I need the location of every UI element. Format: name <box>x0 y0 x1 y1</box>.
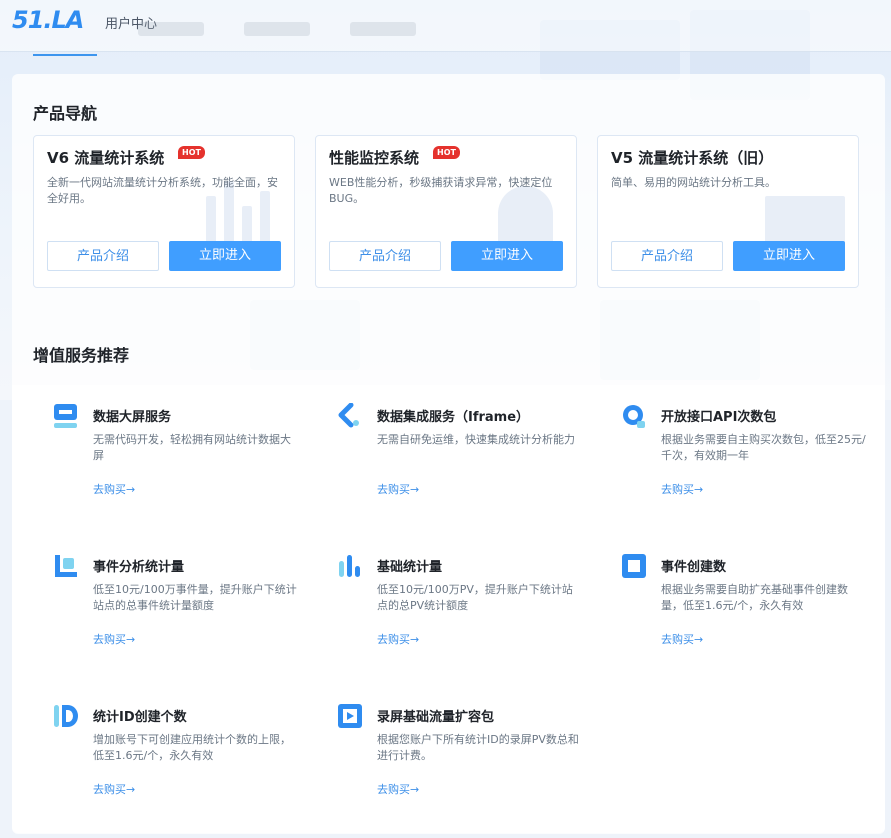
service-title: 基础统计量 <box>377 560 443 575</box>
nav-tab-blurred[interactable] <box>244 22 310 36</box>
buy-link[interactable]: 去购买→ <box>93 781 135 797</box>
product-desc: WEB性能分析，秒级捕获请求异常，快速定位BUG。 <box>329 176 553 205</box>
service-desc: 无需代码开发，轻松拥有网站统计数据大屏 <box>93 433 291 462</box>
buy-link[interactable]: 去购买→ <box>93 481 135 497</box>
products-section-title: 产品导航 <box>33 104 98 123</box>
service-item: 录屏基础流量扩容包 根据您账户下所有统计ID的录屏PV数总和进行计费。 去购买→ <box>337 703 587 803</box>
buy-link[interactable]: 去购买→ <box>661 481 703 497</box>
service-item: 基础统计量 低至10元/100万PV，提升账户下统计站点的总PV统计额度 去购买… <box>337 553 587 653</box>
service-title: 统计ID创建个数 <box>93 710 187 725</box>
product-intro-button[interactable]: 产品介绍 <box>47 241 159 271</box>
logo[interactable]: 51.LA <box>12 6 84 34</box>
service-title: 录屏基础流量扩容包 <box>377 710 495 725</box>
service-desc: 根据业务需要自助扩充基础事件创建数量，低至1.6元/个，永久有效 <box>661 583 848 612</box>
event-create-icon <box>621 553 647 579</box>
enter-now-button[interactable]: 立即进入 <box>451 241 563 271</box>
hot-badge: HOT <box>178 146 205 159</box>
service-title: 事件分析统计量 <box>93 560 185 575</box>
buy-link[interactable]: 去购买→ <box>377 781 419 797</box>
id-icon <box>53 703 79 729</box>
product-intro-button[interactable]: 产品介绍 <box>611 241 723 271</box>
service-item: 事件创建数 根据业务需要自助扩充基础事件创建数量，低至1.6元/个，永久有效 去… <box>621 553 871 653</box>
event-analysis-icon <box>53 553 79 579</box>
buy-link[interactable]: 去购买→ <box>377 631 419 647</box>
top-header: 51.LA 用户中心 <box>0 0 891 52</box>
buy-link[interactable]: 去购买→ <box>661 631 703 647</box>
product-desc: 简单、易用的网站统计分析工具。 <box>611 176 776 189</box>
services-section-title: 增值服务推荐 <box>33 346 130 365</box>
service-item: 开放接口API次数包 根据业务需要自主购买次数包，低至25元/千次，有效期一年 … <box>621 403 871 503</box>
service-desc: 增加账号下可创建应用统计个数的上限，低至1.6元/个，永久有效 <box>93 733 291 762</box>
screen-icon <box>53 403 79 429</box>
nav-tab-blurred[interactable] <box>138 22 204 36</box>
buy-link[interactable]: 去购买→ <box>377 481 419 497</box>
product-card-performance: 性能监控系统 HOT WEB性能分析，秒级捕获请求异常，快速定位BUG。 产品介… <box>315 135 577 288</box>
api-icon <box>621 403 647 429</box>
recording-icon <box>337 703 363 729</box>
service-item: 数据大屏服务 无需代码开发，轻松拥有网站统计数据大屏 去购买→ <box>53 403 303 503</box>
service-title: 数据集成服务（Iframe） <box>377 410 530 425</box>
enter-now-button[interactable]: 立即进入 <box>733 241 845 271</box>
product-title: 性能监控系统 <box>329 149 420 167</box>
buy-link[interactable]: 去购买→ <box>93 631 135 647</box>
product-title: V6 流量统计系统 <box>47 149 165 167</box>
service-desc: 无需自研免运维，快速集成统计分析能力 <box>377 433 575 446</box>
product-title: V5 流量统计系统（旧） <box>611 149 774 167</box>
product-card-v5: V5 流量统计系统（旧） 简单、易用的网站统计分析工具。 产品介绍 立即进入 <box>597 135 859 288</box>
integration-icon <box>337 402 363 429</box>
hot-badge: HOT <box>433 146 460 159</box>
enter-now-button[interactable]: 立即进入 <box>169 241 281 271</box>
product-intro-button[interactable]: 产品介绍 <box>329 241 441 271</box>
service-item: 数据集成服务（Iframe） 无需自研免运维，快速集成统计分析能力 去购买→ <box>337 402 587 503</box>
service-desc: 根据业务需要自主购买次数包，低至25元/千次，有效期一年 <box>661 433 866 462</box>
service-desc: 低至10元/100万事件量，提升账户下统计站点的总事件统计量额度 <box>93 583 297 612</box>
service-item: 统计ID创建个数 增加账号下可创建应用统计个数的上限，低至1.6元/个，永久有效… <box>53 703 303 803</box>
service-item: 事件分析统计量 低至10元/100万事件量，提升账户下统计站点的总事件统计量额度… <box>53 553 303 653</box>
product-desc: 全新一代网站流量统计分析系统，功能全面，安全好用。 <box>47 176 278 205</box>
bar-chart-icon <box>337 553 363 579</box>
product-card-v6: V6 流量统计系统 HOT 全新一代网站流量统计分析系统，功能全面，安全好用。 … <box>33 135 295 288</box>
service-desc: 根据您账户下所有统计ID的录屏PV数总和进行计费。 <box>377 733 579 762</box>
nav-tab-blurred[interactable] <box>350 22 416 36</box>
service-title: 数据大屏服务 <box>93 410 172 425</box>
active-tab-indicator <box>33 54 97 56</box>
service-desc: 低至10元/100万PV，提升账户下统计站点的总PV统计额度 <box>377 583 573 612</box>
service-title: 事件创建数 <box>661 560 727 575</box>
service-title: 开放接口API次数包 <box>661 410 777 425</box>
